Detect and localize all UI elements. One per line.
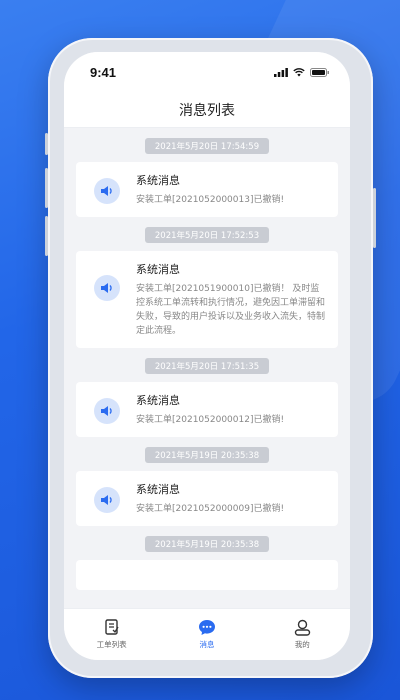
power-button — [373, 188, 376, 248]
message-title: 系统消息 — [136, 483, 180, 496]
tab-bar: 工单列表 消息 我的 — [64, 608, 350, 660]
document-icon — [104, 619, 119, 635]
phone-screen: 9:41 消息列表 2021年5月20日 17:54:59 系统消息 安装工单[… — [64, 52, 350, 660]
tab-profile[interactable]: 我的 — [267, 619, 337, 650]
speaker-icon — [94, 398, 120, 424]
mute-switch — [45, 133, 48, 155]
user-icon — [294, 619, 311, 636]
battery-icon — [310, 67, 329, 77]
status-time: 9:41 — [90, 64, 117, 80]
tab-work-orders[interactable]: 工单列表 — [77, 619, 147, 650]
tab-label: 工单列表 — [96, 640, 127, 649]
speaker-icon — [94, 487, 120, 513]
volume-up-button — [45, 168, 48, 208]
tab-label: 我的 — [294, 640, 310, 649]
message-timestamp: 2021年5月20日 17:51:35 — [144, 358, 270, 374]
message-title: 系统消息 — [136, 394, 180, 407]
speaker-icon — [94, 275, 120, 301]
message-card[interactable]: 系统消息 安装工单[2021052000013]已撤销! — [76, 162, 338, 217]
chat-icon — [198, 620, 215, 635]
nav-bar: 消息列表 — [64, 92, 350, 128]
message-title: 系统消息 — [136, 174, 180, 187]
message-text: 安装工单[2021052000012]已撤销! — [136, 415, 285, 425]
message-text: 安装工单[2021051900010]已撤销！ 及时监控系统工单流转和执行情况，… — [136, 284, 326, 336]
message-card[interactable]: 系统消息 安装工单[2021051900010]已撤销！ 及时监控系统工单流转和… — [76, 251, 338, 348]
wifi-icon — [293, 67, 305, 76]
message-title: 系统消息 — [136, 263, 180, 276]
status-icons — [274, 67, 330, 77]
message-timestamp: 2021年5月19日 20:35:38 — [144, 536, 270, 552]
message-list[interactable]: 2021年5月20日 17:54:59 系统消息 安装工单[2021052000… — [64, 128, 350, 608]
speaker-icon — [94, 178, 120, 204]
message-timestamp: 2021年5月19日 20:35:38 — [144, 447, 270, 463]
status-bar: 9:41 — [64, 52, 350, 92]
tab-label: 消息 — [199, 640, 215, 649]
message-text: 安装工单[2021052000009]已撤销! — [136, 504, 285, 514]
message-card[interactable]: 系统消息 安装工单[2021052000009]已撤销! — [76, 471, 338, 526]
tab-messages[interactable]: 消息 — [172, 619, 242, 650]
message-card[interactable] — [76, 560, 338, 590]
message-timestamp: 2021年5月20日 17:54:59 — [144, 138, 270, 154]
signal-icon — [274, 67, 288, 77]
volume-down-button — [45, 216, 48, 256]
message-card[interactable]: 系统消息 安装工单[2021052000012]已撤销! — [76, 382, 338, 437]
message-timestamp: 2021年5月20日 17:52:53 — [144, 227, 270, 243]
page-title: 消息列表 — [179, 102, 235, 119]
message-text: 安装工单[2021052000013]已撤销! — [136, 195, 285, 205]
